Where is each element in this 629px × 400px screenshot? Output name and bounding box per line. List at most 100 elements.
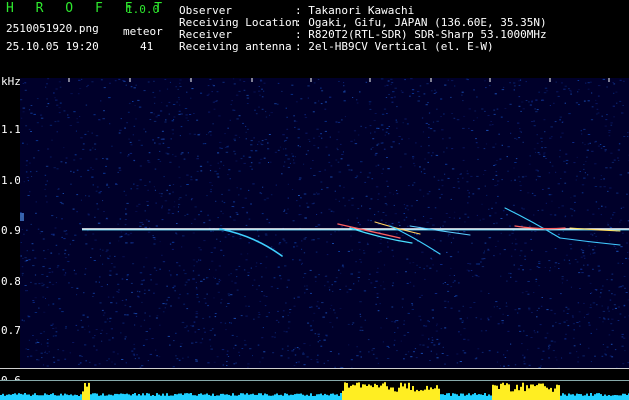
noise-speck xyxy=(427,102,429,104)
noise-speck xyxy=(386,358,390,359)
noise-speck xyxy=(340,143,342,145)
noise-speck xyxy=(580,269,583,270)
level-bar xyxy=(46,394,48,400)
noise-speck xyxy=(374,113,377,114)
noise-speck xyxy=(495,143,497,145)
noise-speck xyxy=(178,359,181,361)
noise-speck xyxy=(622,363,625,365)
noise-speck xyxy=(473,302,476,303)
app-version: 1.0.0 xyxy=(126,3,160,16)
noise-speck xyxy=(124,338,126,340)
noise-speck xyxy=(265,267,267,269)
noise-speck xyxy=(62,193,64,194)
noise-speck xyxy=(80,176,82,178)
noise-speck xyxy=(365,195,368,197)
noise-speck xyxy=(488,293,490,294)
noise-speck xyxy=(71,287,74,288)
noise-speck xyxy=(56,195,59,197)
noise-speck xyxy=(326,241,329,243)
level-bar xyxy=(538,383,540,400)
noise-speck xyxy=(257,344,260,346)
noise-speck xyxy=(592,268,594,270)
noise-speck xyxy=(476,214,478,216)
noise-speck xyxy=(72,342,75,343)
noise-speck xyxy=(98,363,101,365)
noise-speck xyxy=(477,276,480,278)
noise-speck xyxy=(274,336,276,338)
noise-speck xyxy=(217,162,219,164)
level-bar xyxy=(170,395,172,400)
noise-speck xyxy=(329,322,332,323)
noise-speck xyxy=(504,108,507,109)
noise-speck xyxy=(572,323,575,325)
noise-speck xyxy=(325,312,328,314)
noise-speck xyxy=(501,320,504,322)
noise-speck xyxy=(230,322,232,324)
noise-speck xyxy=(580,248,583,250)
level-bar xyxy=(346,383,348,400)
noise-speck xyxy=(114,255,116,257)
info-key: Receiving antenna xyxy=(179,40,292,53)
noise-speck xyxy=(162,311,165,313)
noise-speck xyxy=(293,297,295,299)
noise-speck xyxy=(149,274,152,276)
level-bar xyxy=(560,395,562,400)
noise-speck xyxy=(225,306,228,307)
noise-speck xyxy=(167,335,170,337)
noise-speck xyxy=(493,165,496,166)
noise-speck xyxy=(350,169,353,171)
noise-speck xyxy=(377,211,380,213)
noise-speck xyxy=(412,262,415,263)
noise-speck xyxy=(360,161,363,163)
level-bar xyxy=(410,390,412,400)
level-bar xyxy=(598,393,600,400)
noise-speck xyxy=(311,239,313,241)
noise-speck xyxy=(102,118,105,120)
noise-speck xyxy=(152,235,154,237)
noise-speck xyxy=(465,78,468,80)
noise-speck xyxy=(578,321,581,323)
noise-speck xyxy=(382,168,384,170)
noise-speck xyxy=(220,302,222,304)
noise-speck xyxy=(594,355,596,357)
noise-speck xyxy=(157,137,160,139)
noise-speck xyxy=(451,113,453,114)
noise-speck xyxy=(413,162,415,164)
noise-speck xyxy=(330,176,333,178)
noise-speck xyxy=(356,217,358,219)
noise-speck xyxy=(234,153,237,155)
noise-speck xyxy=(519,185,522,187)
noise-speck xyxy=(583,177,586,179)
level-bar xyxy=(400,382,402,400)
noise-speck xyxy=(317,362,319,364)
noise-speck xyxy=(306,356,309,358)
noise-speck xyxy=(485,143,488,145)
noise-speck xyxy=(258,90,261,92)
noise-speck xyxy=(467,202,469,204)
level-bar xyxy=(520,386,522,400)
noise-speck xyxy=(129,141,132,143)
noise-speck xyxy=(537,152,540,154)
noise-speck xyxy=(497,323,500,325)
noise-speck xyxy=(20,99,23,101)
noise-speck xyxy=(453,280,456,282)
noise-speck xyxy=(595,201,598,203)
edge-artifact xyxy=(20,213,24,221)
level-bar xyxy=(284,393,286,400)
level-bar xyxy=(578,394,580,400)
noise-speck xyxy=(443,300,447,302)
level-bar xyxy=(606,395,608,400)
noise-speck xyxy=(475,142,478,144)
level-bar xyxy=(132,394,134,400)
noise-speck xyxy=(348,169,351,171)
noise-speck xyxy=(436,325,438,327)
noise-speck xyxy=(278,321,280,323)
level-bar xyxy=(56,395,58,400)
noise-speck xyxy=(155,283,158,285)
noise-speck xyxy=(95,190,98,192)
noise-speck xyxy=(34,283,37,285)
noise-speck xyxy=(594,186,598,187)
noise-speck xyxy=(531,312,533,313)
noise-speck xyxy=(43,250,45,252)
noise-speck xyxy=(497,240,499,242)
